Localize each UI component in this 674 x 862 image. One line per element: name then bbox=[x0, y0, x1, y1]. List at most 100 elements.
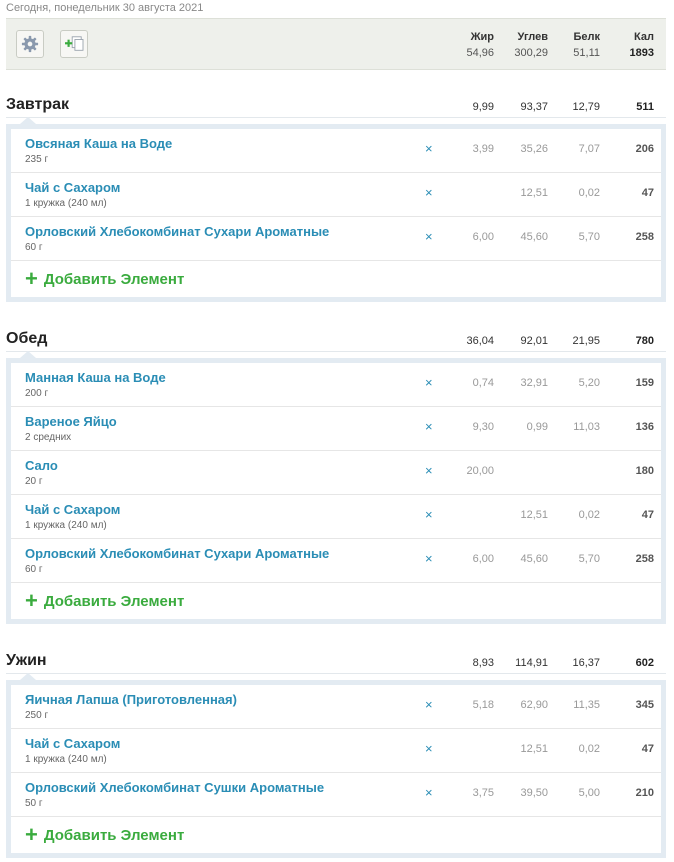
meal-carb: 92,01 bbox=[520, 335, 548, 347]
meal-fat: 8,93 bbox=[472, 657, 494, 669]
food-quantity: 60 г bbox=[25, 564, 43, 575]
add-copy-icon bbox=[65, 36, 84, 51]
food-kal: 47 bbox=[641, 509, 654, 521]
meal-prot: 16,37 bbox=[572, 657, 600, 669]
food-item[interactable]: Чай с Сахаром 1 кружка (240 мл) × 12,51 … bbox=[11, 729, 661, 773]
food-quantity: 235 г bbox=[25, 154, 49, 165]
food-kal: 47 bbox=[641, 187, 654, 199]
food-carb: 0,99 bbox=[526, 421, 548, 433]
food-fat: 6,00 bbox=[472, 231, 494, 243]
food-name-link[interactable]: Чай с Сахаром bbox=[25, 502, 120, 517]
food-kal: 180 bbox=[635, 465, 654, 477]
meal-prot: 12,79 bbox=[572, 101, 600, 113]
meal-items: Яичная Лапша (Приготовленная) 250 г × 5,… bbox=[6, 680, 666, 858]
remove-icon[interactable]: × bbox=[425, 229, 433, 244]
add-item-label: Добавить Элемент bbox=[43, 270, 185, 288]
food-name-link[interactable]: Орловский Хлебокомбинат Сухари Ароматные bbox=[25, 546, 329, 561]
food-name-link[interactable]: Орловский Хлебокомбинат Сушки Ароматные bbox=[25, 780, 324, 795]
food-kal: 136 bbox=[635, 421, 654, 433]
food-item[interactable]: Чай с Сахаром 1 кружка (240 мл) × 12,51 … bbox=[11, 495, 661, 539]
food-name-link[interactable]: Орловский Хлебокомбинат Сухари Ароматные bbox=[25, 224, 329, 239]
add-item-button[interactable]: + Добавить Элемент bbox=[11, 817, 661, 853]
meal-breakfast: Завтрак 9,99 93,37 12,79 511 Овсяная Каш… bbox=[6, 76, 666, 302]
food-prot: 5,70 bbox=[578, 553, 600, 565]
food-kal: 206 bbox=[635, 143, 654, 155]
food-carb: 62,90 bbox=[520, 699, 548, 711]
remove-icon[interactable]: × bbox=[425, 185, 433, 200]
food-carb: 45,60 bbox=[520, 553, 548, 565]
remove-icon[interactable]: × bbox=[425, 551, 433, 566]
food-name-link[interactable]: Манная Каша на Воде bbox=[25, 370, 166, 385]
total-fat: 54,96 bbox=[466, 47, 494, 59]
meal-prot: 21,95 bbox=[572, 335, 600, 347]
food-carb: 12,51 bbox=[520, 509, 548, 521]
food-item[interactable]: Орловский Хлебокомбинат Сухари Ароматные… bbox=[11, 539, 661, 583]
meal-items: Манная Каша на Воде 200 г × 0,74 32,91 5… bbox=[6, 358, 666, 624]
meal-name: Обед bbox=[6, 330, 48, 347]
food-name-link[interactable]: Чай с Сахаром bbox=[25, 736, 120, 751]
food-kal: 47 bbox=[641, 743, 654, 755]
toolbar: Жир Углев Белк Кал 54,96 300,29 51,11 18… bbox=[6, 18, 666, 70]
food-name-link[interactable]: Сало bbox=[25, 458, 58, 473]
meal-name: Ужин bbox=[6, 652, 47, 669]
total-kal: 1893 bbox=[629, 47, 654, 59]
food-item[interactable]: Чай с Сахаром 1 кружка (240 мл) × 12,51 … bbox=[11, 173, 661, 217]
food-carb: 39,50 bbox=[520, 787, 548, 799]
food-prot: 0,02 bbox=[578, 743, 600, 755]
remove-icon[interactable]: × bbox=[425, 375, 433, 390]
food-kal: 258 bbox=[635, 553, 654, 565]
food-prot: 11,35 bbox=[573, 699, 600, 711]
food-fat: 5,18 bbox=[472, 699, 494, 711]
food-prot: 11,03 bbox=[573, 421, 600, 433]
add-copy-button[interactable] bbox=[60, 30, 88, 58]
pointer-arrow bbox=[20, 117, 36, 124]
food-kal: 159 bbox=[635, 377, 654, 389]
food-item[interactable]: Яичная Лапша (Приготовленная) 250 г × 5,… bbox=[11, 685, 661, 729]
settings-button[interactable] bbox=[16, 30, 44, 58]
food-quantity: 1 кружка (240 мл) bbox=[25, 754, 107, 765]
food-prot: 0,02 bbox=[578, 187, 600, 199]
meal-dinner: Ужин 8,93 114,91 16,37 602 Яичная Лапша … bbox=[6, 632, 666, 858]
food-kal: 345 bbox=[635, 699, 654, 711]
food-prot: 7,07 bbox=[578, 143, 600, 155]
add-item-button[interactable]: + Добавить Элемент bbox=[11, 583, 661, 619]
remove-icon[interactable]: × bbox=[425, 419, 433, 434]
food-item[interactable]: Орловский Хлебокомбинат Сушки Ароматные … bbox=[11, 773, 661, 817]
food-item[interactable]: Вареное Яйцо 2 средних × 9,30 0,99 11,03… bbox=[11, 407, 661, 451]
food-item[interactable]: Манная Каша на Воде 200 г × 0,74 32,91 5… bbox=[11, 363, 661, 407]
total-prot: 51,11 bbox=[573, 47, 600, 59]
divider bbox=[6, 117, 666, 118]
meal-kal: 780 bbox=[635, 335, 654, 347]
meal-header: Ужин 8,93 114,91 16,37 602 bbox=[6, 632, 666, 680]
remove-icon[interactable]: × bbox=[425, 463, 433, 478]
remove-icon[interactable]: × bbox=[425, 785, 433, 800]
remove-icon[interactable]: × bbox=[425, 741, 433, 756]
meal-kal: 511 bbox=[636, 101, 654, 113]
food-quantity: 250 г bbox=[25, 710, 49, 721]
remove-icon[interactable]: × bbox=[425, 507, 433, 522]
header-prot: Белк bbox=[573, 31, 600, 43]
food-name-link[interactable]: Овсяная Каша на Воде bbox=[25, 136, 172, 151]
food-item[interactable]: Орловский Хлебокомбинат Сухари Ароматные… bbox=[11, 217, 661, 261]
food-name-link[interactable]: Чай с Сахаром bbox=[25, 180, 120, 195]
meal-name: Завтрак bbox=[6, 96, 70, 113]
food-quantity: 50 г bbox=[25, 798, 43, 809]
meal-items: Овсяная Каша на Воде 235 г × 3,99 35,26 … bbox=[6, 124, 666, 302]
food-name-link[interactable]: Яичная Лапша (Приготовленная) bbox=[25, 692, 237, 707]
food-fat: 20,00 bbox=[466, 465, 494, 477]
food-prot: 5,70 bbox=[578, 231, 600, 243]
food-kal: 258 bbox=[635, 231, 654, 243]
food-item[interactable]: Сало 20 г × 20,00 180 bbox=[11, 451, 661, 495]
date-line: Сегодня, понедельник 30 августа 2021 bbox=[6, 2, 204, 14]
add-item-button[interactable]: + Добавить Элемент bbox=[11, 261, 661, 297]
plus-icon: + bbox=[25, 588, 38, 613]
food-name-link[interactable]: Вареное Яйцо bbox=[25, 414, 117, 429]
plus-icon: + bbox=[25, 822, 38, 847]
food-item[interactable]: Овсяная Каша на Воде 235 г × 3,99 35,26 … bbox=[11, 129, 661, 173]
remove-icon[interactable]: × bbox=[425, 697, 433, 712]
food-carb: 35,26 bbox=[520, 143, 548, 155]
meal-carb: 93,37 bbox=[520, 101, 548, 113]
food-carb: 45,60 bbox=[520, 231, 548, 243]
food-carb: 12,51 bbox=[520, 187, 548, 199]
remove-icon[interactable]: × bbox=[425, 141, 433, 156]
